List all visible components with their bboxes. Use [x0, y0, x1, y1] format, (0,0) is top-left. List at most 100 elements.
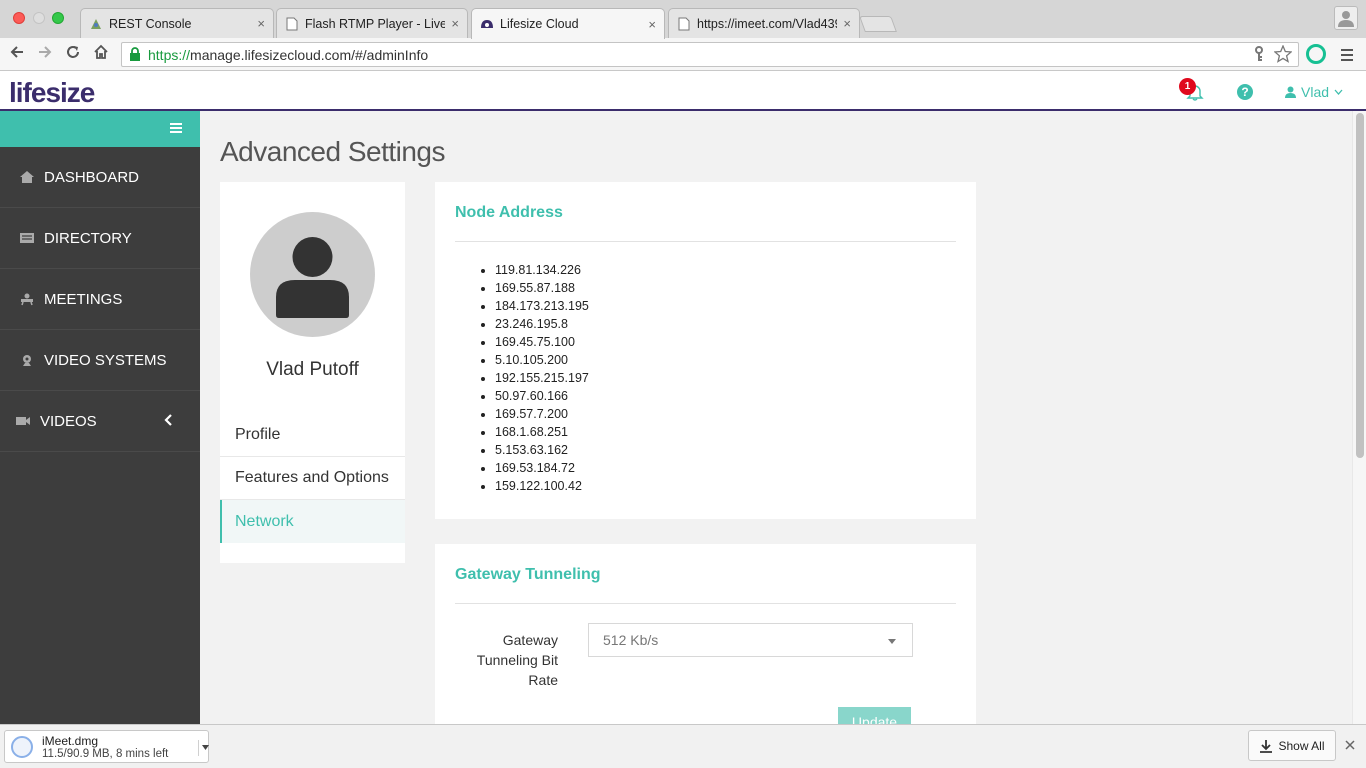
close-icon[interactable]: [1345, 737, 1355, 753]
person-icon: [1338, 11, 1354, 27]
list-item: 192.155.215.197: [495, 369, 589, 387]
notification-badge: 1: [1179, 78, 1196, 95]
menu-icon: [1341, 49, 1353, 61]
list-item: 184.173.213.195: [495, 297, 589, 315]
new-tab-button[interactable]: [859, 16, 897, 32]
meetings-icon: [18, 292, 36, 306]
list-item: 169.55.87.188: [495, 279, 589, 297]
browser-tabstrip: REST Console × Flash RTMP Player - Live …: [0, 0, 1366, 39]
list-item: 119.81.134.226: [495, 261, 589, 279]
list-item: 23.246.195.8: [495, 315, 589, 333]
close-icon[interactable]: ×: [257, 16, 265, 31]
tab-title: https://imeet.com/Vlad439: [697, 16, 838, 31]
logo-text: lifesize: [9, 77, 95, 108]
profile-nav-network[interactable]: Network: [220, 500, 405, 543]
list-item: 5.153.63.162: [495, 441, 589, 459]
list-item: 159.122.100.42: [495, 477, 589, 495]
update-button[interactable]: Update: [838, 707, 911, 724]
window-close-button[interactable]: [13, 12, 25, 24]
divider: [455, 241, 956, 242]
hamburger-icon[interactable]: [170, 123, 182, 133]
sidebar: DASHBOARD DIRECTORY MEETINGS VIDEO SYSTE…: [0, 111, 200, 724]
browser-tab-rest-console[interactable]: REST Console ×: [80, 8, 274, 38]
video-camera-icon: [14, 414, 32, 428]
page-title: Advanced Settings: [220, 136, 446, 167]
node-address-title: Node Address: [455, 204, 563, 221]
lock-icon: [130, 47, 140, 61]
key-icon[interactable]: [1252, 45, 1266, 63]
user-icon: [1285, 86, 1296, 98]
browser-menu-button[interactable]: [1340, 46, 1354, 67]
address-bar[interactable]: https://manage.lifesizecloud.com/#/admin…: [121, 42, 1299, 67]
avatar: [250, 212, 375, 337]
sidebar-item-label: VIDEO SYSTEMS: [44, 351, 167, 369]
profile-nav-profile[interactable]: Profile: [220, 414, 405, 457]
browser-tab-flash-player[interactable]: Flash RTMP Player - Live V ×: [276, 8, 468, 38]
sidebar-item-video-systems[interactable]: VIDEO SYSTEMS: [0, 330, 200, 391]
reload-button[interactable]: [62, 43, 84, 65]
chevron-left-icon[interactable]: [164, 413, 172, 431]
document-icon: [285, 17, 299, 31]
download-status: 11.5/90.9 MB, 8 mins left: [42, 748, 169, 760]
url-scheme: https://: [148, 46, 191, 63]
node-address-card: Node Address 119.81.134.226 169.55.87.18…: [435, 182, 976, 519]
gateway-tunneling-title: Gateway Tunneling: [455, 566, 601, 583]
user-name: Vlad: [1301, 84, 1330, 100]
tab-title: Flash RTMP Player - Live V: [305, 16, 446, 31]
sidebar-item-dashboard[interactable]: DASHBOARD: [0, 147, 200, 208]
download-icon: [1260, 739, 1273, 753]
arrow-left-icon: [10, 46, 23, 58]
sidebar-item-videos[interactable]: VIDEOS: [0, 391, 200, 452]
directory-icon: [18, 231, 36, 245]
back-button[interactable]: [6, 43, 28, 65]
user-menu[interactable]: Vlad: [1285, 84, 1343, 100]
close-icon[interactable]: ×: [843, 16, 851, 31]
page-scrollbar[interactable]: [1352, 111, 1366, 724]
list-item: 169.53.184.72: [495, 459, 589, 477]
browser-profile-button[interactable]: [1334, 6, 1358, 30]
browser-tab-imeet[interactable]: https://imeet.com/Vlad439 ×: [668, 8, 860, 38]
browser-tab-lifesize[interactable]: Lifesize Cloud ×: [471, 8, 665, 39]
rest-console-icon: [89, 17, 103, 31]
lifesize-logo[interactable]: lifesize: [9, 77, 95, 109]
bitrate-label: Gateway Tunneling Bit Rate: [476, 632, 558, 688]
arrow-right-icon: [39, 46, 52, 58]
chevron-down-icon[interactable]: [198, 740, 209, 756]
person-icon: [276, 237, 349, 318]
sidebar-header: [0, 111, 200, 147]
close-icon[interactable]: ×: [648, 17, 656, 32]
gateway-tunneling-card: Gateway Tunneling Gateway Tunneling Bit …: [435, 544, 976, 724]
url-path: manage.lifesizecloud.com/#/adminInfo: [190, 46, 429, 63]
home-icon: [94, 44, 108, 59]
window-maximize-button[interactable]: [52, 12, 64, 24]
extension-icon[interactable]: [1306, 44, 1326, 64]
document-icon: [677, 17, 691, 31]
home-button[interactable]: [90, 43, 112, 65]
caret-down-icon: [888, 639, 896, 644]
browser-toolbar: https://manage.lifesizecloud.com/#/admin…: [0, 38, 1366, 71]
video-systems-icon: [18, 353, 36, 367]
bitrate-selected-value: 512 Kb/s: [603, 632, 659, 648]
tab-title: REST Console: [109, 16, 192, 31]
forward-button[interactable]: [34, 43, 56, 65]
reload-icon: [67, 46, 79, 58]
list-item: 169.57.7.200: [495, 405, 589, 423]
download-item[interactable]: iMeet.dmg 11.5/90.9 MB, 8 mins left: [4, 730, 209, 763]
sidebar-item-label: DASHBOARD: [44, 168, 140, 186]
bitrate-select[interactable]: 512 Kb/s: [588, 623, 913, 657]
star-icon[interactable]: [1274, 45, 1292, 63]
scrollbar-thumb[interactable]: [1356, 113, 1364, 458]
profile-name: Vlad Putoff: [266, 359, 359, 380]
show-all-button[interactable]: Show All: [1248, 730, 1336, 761]
list-item: 50.97.60.166: [495, 387, 589, 405]
sidebar-item-label: VIDEOS: [40, 412, 97, 430]
home-icon: [18, 170, 36, 184]
close-icon[interactable]: ×: [451, 16, 459, 31]
sidebar-item-directory[interactable]: DIRECTORY: [0, 208, 200, 269]
profile-nav-features[interactable]: Features and Options: [220, 457, 405, 500]
sidebar-item-meetings[interactable]: MEETINGS: [0, 269, 200, 330]
ip-list: 119.81.134.226 169.55.87.188 184.173.213…: [495, 261, 589, 495]
window-minimize-button[interactable]: [33, 12, 45, 24]
sidebar-item-label: DIRECTORY: [44, 229, 132, 247]
help-icon[interactable]: ?: [1237, 84, 1253, 100]
